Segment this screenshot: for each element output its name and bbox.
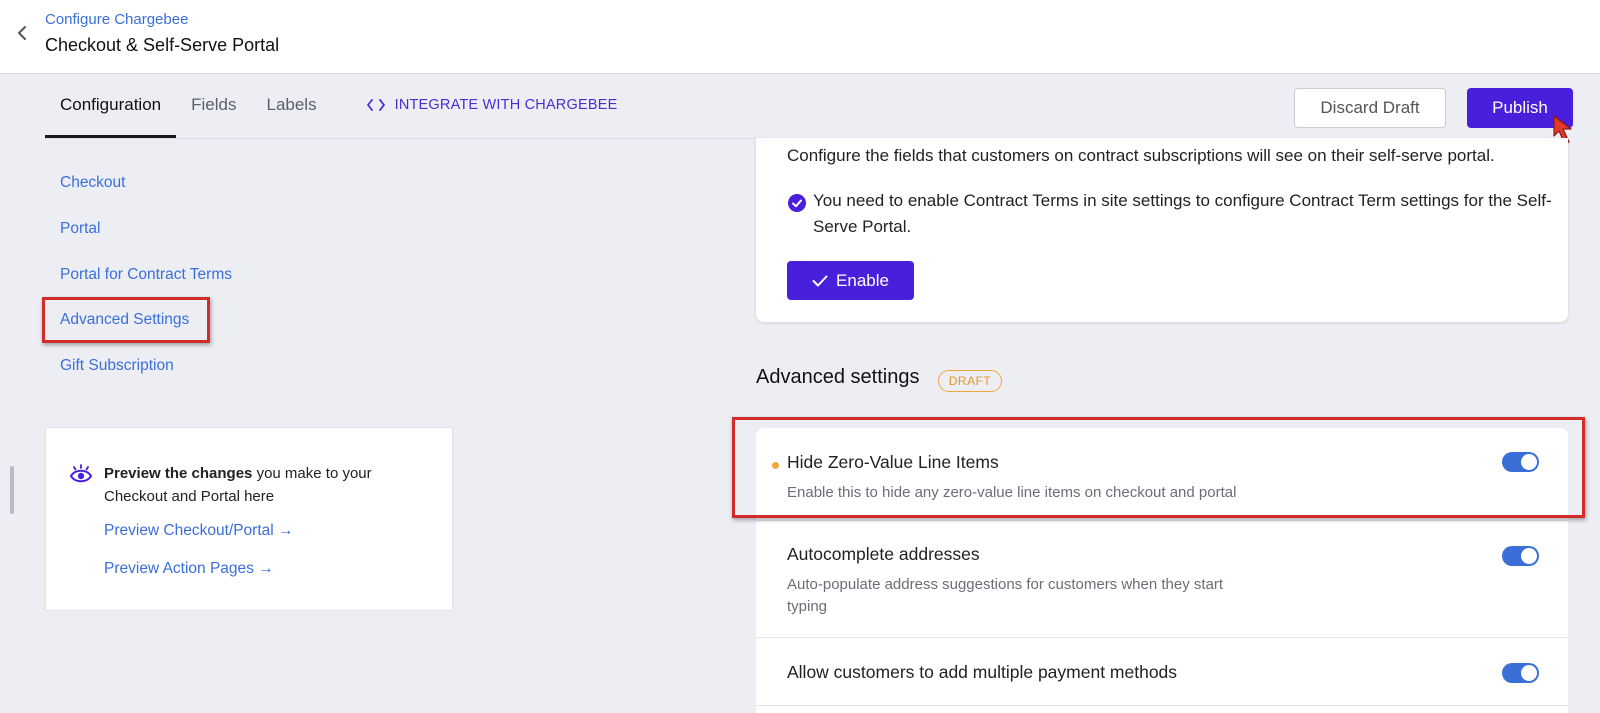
toggle-switch-hide-zero-value[interactable] xyxy=(1502,452,1539,472)
breadcrumb[interactable]: Configure Chargebee xyxy=(45,11,188,28)
contract-terms-card: Configure the fields that customers on c… xyxy=(756,138,1568,322)
tab-label: Labels xyxy=(266,94,317,114)
setting-title: Allow customers to add multiple payment … xyxy=(787,662,1178,682)
enable-button-label: Enable xyxy=(836,270,889,290)
contract-note: You need to enable Contract Terms in sit… xyxy=(813,191,1552,236)
check-circle-icon xyxy=(788,194,806,212)
contract-description: Configure the fields that customers on c… xyxy=(787,146,1495,165)
back-arrow-icon[interactable] xyxy=(12,22,32,44)
tab-integrate[interactable]: INTEGRATE WITH CHARGEBEE xyxy=(352,74,633,138)
tab-configuration[interactable]: Configuration xyxy=(45,74,177,138)
tab-label: Fields xyxy=(191,94,237,114)
top-bar: Configure Chargebee Checkout & Self-Serv… xyxy=(0,0,1600,74)
setting-title: Hide Zero-Value Line Items xyxy=(787,452,999,472)
toggle-switch-multiple-payment[interactable] xyxy=(1502,663,1539,683)
toggle-knob xyxy=(1521,454,1537,470)
toggle-knob xyxy=(1521,665,1537,681)
modified-indicator-dot xyxy=(772,462,779,469)
code-icon xyxy=(366,98,385,111)
discard-draft-button[interactable]: Discard Draft xyxy=(1294,88,1446,128)
tab-labels[interactable]: Labels xyxy=(251,74,331,138)
checkmark-icon xyxy=(812,275,828,287)
eye-icon xyxy=(70,464,92,483)
section-title: Advanced settings xyxy=(756,366,920,388)
setting-description: Auto-populate address suggestions for cu… xyxy=(787,576,1224,615)
sidebar-item-checkout[interactable]: Checkout xyxy=(60,174,125,192)
toggle-switch-autocomplete[interactable] xyxy=(1502,546,1539,566)
tab-bar: Configuration Fields Labels INTEGRATE WI… xyxy=(45,74,632,138)
sidebar-item-portal[interactable]: Portal xyxy=(60,220,101,238)
sidebar-item-portal-contract-terms[interactable]: Portal for Contract Terms xyxy=(60,266,232,284)
setting-row-hide-zero-value: Hide Zero-Value Line Items Enable this t… xyxy=(756,428,1568,521)
scrollbar-handle[interactable] xyxy=(10,466,14,514)
tab-label: Configuration xyxy=(60,94,162,114)
draft-badge: DRAFT xyxy=(938,370,1002,392)
toggle-knob xyxy=(1521,548,1537,564)
sidebar-item-gift-subscription[interactable]: Gift Subscription xyxy=(60,357,174,375)
preview-checkout-portal-link[interactable]: Preview Checkout/Portal → xyxy=(104,522,294,540)
advanced-settings-list: Hide Zero-Value Line Items Enable this t… xyxy=(756,428,1568,713)
enable-button[interactable]: Enable xyxy=(787,261,914,300)
page-title: Checkout & Self-Serve Portal xyxy=(45,35,280,55)
preview-description: Preview the changes you make to your Che… xyxy=(104,462,404,508)
sidebar-item-advanced-settings[interactable]: Advanced Settings xyxy=(60,311,189,329)
tab-label: INTEGRATE WITH CHARGEBEE xyxy=(394,96,618,113)
setting-row-multiple-payment: Allow customers to add multiple payment … xyxy=(756,638,1568,706)
tab-fields[interactable]: Fields xyxy=(176,74,251,138)
setting-title: Autocomplete addresses xyxy=(787,544,980,564)
preview-card: Preview the changes you make to your Che… xyxy=(45,427,453,611)
preview-bold-text: Preview the changes xyxy=(104,465,253,482)
setting-description: Enable this to hide any zero-value line … xyxy=(787,484,1237,501)
setting-row-autocomplete: Autocomplete addresses Auto-populate add… xyxy=(756,521,1568,638)
preview-action-pages-link[interactable]: Preview Action Pages → xyxy=(104,560,274,578)
